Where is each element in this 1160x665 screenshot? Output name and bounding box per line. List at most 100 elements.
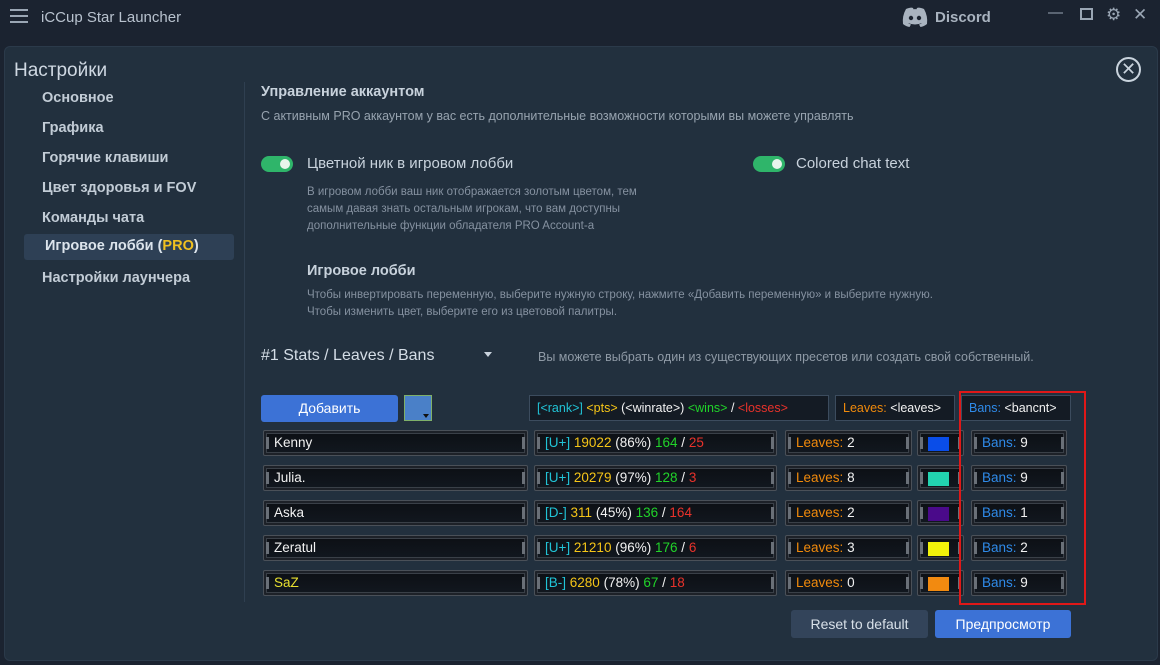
player-slash: / [681,470,686,485]
player-wins: 176 [655,540,678,555]
nav-item-general[interactable]: Основное [42,90,114,106]
player-leaves: 2 [847,435,855,450]
color-picker-button[interactable] [404,395,432,421]
tpl-leaves-var: <leaves> [890,401,941,415]
colored-chat-label: Colored chat text [796,155,910,172]
player-color-slot[interactable] [917,570,964,596]
player-pts: 19022 [573,435,612,450]
add-variable-button[interactable]: Добавить [261,395,398,422]
player-name: Kenny [274,435,313,450]
player-wins: 67 [643,575,659,590]
color-nick-label: Цветной ник в игровом лобби [307,155,514,172]
player-name-slot[interactable]: Zeratul [263,535,528,561]
player-color-slot[interactable] [917,535,964,561]
chevron-down-icon[interactable] [484,352,492,357]
player-name-slot[interactable]: Aska [263,500,528,526]
nav-item-game-lobby[interactable]: Игровое лобби (PRO) [45,238,199,254]
player-leaves-label: Leaves: [796,470,844,485]
player-leaves-slot[interactable]: Leaves: 2 [785,500,912,526]
player-leaves: 2 [847,505,855,520]
player-winrate: (45%) [595,505,632,520]
nav-item-chat-commands[interactable]: Команды чата [42,210,144,226]
tpl-leaves-label: Leaves: [843,401,887,415]
preset-select[interactable]: #1 Stats / Leaves / Bans [261,347,434,365]
player-leaves: 0 [847,575,855,590]
player-slash: / [681,435,686,450]
player-name-slot[interactable]: Julia. [263,465,528,491]
player-color-swatch [928,437,949,451]
player-stats-slot[interactable]: [U+] 20279 (97%) 128 / 3 [534,465,777,491]
player-losses: 6 [688,540,697,555]
nav-active-suffix: ) [193,238,199,254]
player-stats-slot[interactable]: [U+] 19022 (86%) 164 / 25 [534,430,777,456]
tpl-pts: <pts> [586,401,618,415]
player-name-slot[interactable]: Kenny [263,430,528,456]
maximize-icon[interactable] [1080,8,1093,20]
player-leaves-label: Leaves: [796,540,844,555]
player-losses: 3 [688,470,697,485]
player-name: Julia. [274,470,306,485]
template-leaves[interactable]: Leaves: <leaves> [835,395,955,421]
colored-chat-toggle[interactable] [753,156,785,172]
player-stats-slot[interactable]: [D-] 311 (45%) 136 / 164 [534,500,777,526]
color-nick-toggle[interactable] [261,156,293,172]
player-name: Zeratul [274,540,317,555]
player-leaves-slot[interactable]: Leaves: 0 [785,570,912,596]
player-color-slot[interactable] [917,430,964,456]
lobby-title: Игровое лобби [307,263,416,279]
player-rank: [U+] [545,470,571,485]
player-pts: 20279 [573,470,612,485]
nav-item-launcher-settings[interactable]: Настройки лаунчера [42,270,190,286]
player-name-slot[interactable]: SaZ [263,570,528,596]
player-leaves-slot[interactable]: Leaves: 8 [785,465,912,491]
player-wins: 136 [635,505,659,520]
bans-highlight-box [959,391,1086,605]
player-rank: [U+] [545,540,571,555]
discord-link[interactable]: Discord [902,7,991,27]
player-slash: / [681,540,686,555]
template-stats[interactable]: [<rank>] <pts> (<winrate>) <wins> / <los… [529,395,829,421]
player-color-swatch [928,577,949,591]
player-color-slot[interactable] [917,465,964,491]
nav-item-hotkeys[interactable]: Горячие клавиши [42,150,168,166]
player-wins: 164 [655,435,678,450]
menu-icon[interactable] [10,9,28,24]
player-leaves-label: Leaves: [796,575,844,590]
color-nick-desc-line: В игровом лобби ваш ник отображается зол… [307,186,637,198]
player-leaves: 3 [847,540,855,555]
player-leaves-slot[interactable]: Leaves: 2 [785,430,912,456]
nav-item-graphics[interactable]: Графика [42,120,104,136]
tpl-wins: <wins> [687,401,728,415]
player-leaves-label: Leaves: [796,435,844,450]
lobby-desc-line: Чтобы инвертировать переменную, выберите… [307,289,933,301]
player-name: SaZ [274,575,299,590]
tpl-losses: <losses> [737,401,788,415]
close-window-icon[interactable]: ✕ [1133,5,1147,25]
close-settings-icon[interactable]: ✕ [1116,57,1141,82]
player-color-slot[interactable] [917,500,964,526]
reset-default-button[interactable]: Reset to default [791,610,928,638]
player-losses: 164 [669,505,692,520]
color-nick-desc: В игровом лобби ваш ник отображается зол… [307,184,637,235]
player-winrate: (86%) [615,435,652,450]
player-leaves-slot[interactable]: Leaves: 3 [785,535,912,561]
preview-button[interactable]: Предпросмотр [935,610,1071,638]
player-pts: 311 [570,505,593,520]
minimize-icon[interactable]: — [1048,4,1063,21]
player-wins: 128 [655,470,678,485]
player-color-swatch [928,507,949,521]
player-name: Aska [274,505,305,520]
player-rank: [D-] [545,505,567,520]
title-bar: iCCup Star Launcher Discord — ⚙ ✕ [0,0,1160,34]
color-nick-desc-line: дополнительные функции обладателя PRO Ac… [307,220,595,232]
player-rank: [U+] [545,435,571,450]
player-losses: 18 [669,575,685,590]
nav-item-health-fov[interactable]: Цвет здоровья и FOV [42,180,196,196]
lobby-desc-line: Чтобы изменить цвет, выберите его из цве… [307,306,618,318]
player-stats-slot[interactable]: [U+] 21210 (96%) 176 / 6 [534,535,777,561]
account-title: Управление аккаунтом [261,84,425,100]
color-nick-desc-line: самым давая знать остальным игрокам, что… [307,203,621,215]
lobby-desc: Чтобы инвертировать переменную, выберите… [307,287,933,321]
player-stats-slot[interactable]: [B-] 6280 (78%) 67 / 18 [534,570,777,596]
gear-icon[interactable]: ⚙ [1106,5,1121,25]
